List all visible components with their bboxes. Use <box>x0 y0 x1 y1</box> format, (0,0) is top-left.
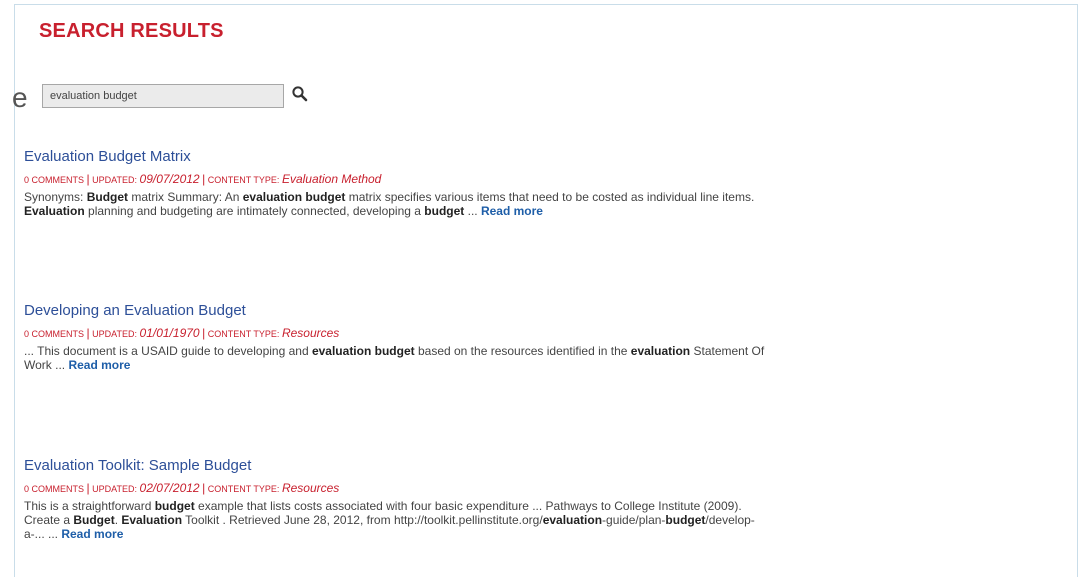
result-snippet: Synonyms: Budget matrix Summary: An eval… <box>24 190 1069 218</box>
clipped-edge-text: e <box>12 82 28 113</box>
result-item: Developing an Evaluation Budget 0 COMMEN… <box>24 301 1069 372</box>
result-item: Evaluation Toolkit: Sample Budget 0 COMM… <box>24 456 1069 541</box>
keyword-highlight: budget <box>424 204 465 218</box>
keyword-highlight: Budget <box>73 513 115 527</box>
updated-date: 09/07/2012 <box>139 172 200 186</box>
content-type-label: CONTENT TYPE: <box>207 484 280 494</box>
updated-date: 01/01/1970 <box>139 326 200 340</box>
meta-separator: | <box>86 172 90 186</box>
result-item: Evaluation Budget Matrix 0 COMMENTS | UP… <box>24 147 1069 218</box>
read-more-link[interactable]: Read more <box>68 358 130 372</box>
meta-separator: | <box>202 326 206 340</box>
keyword-highlight: evaluation budget <box>311 344 415 358</box>
result-snippet: ... This document is a USAID guide to de… <box>24 344 1069 372</box>
page-title: SEARCH RESULTS <box>39 20 224 42</box>
comments-count: 0 COMMENTS <box>24 175 85 185</box>
read-more-link[interactable]: Read more <box>481 204 543 218</box>
content-type-label: CONTENT TYPE: <box>207 329 280 339</box>
result-title-link[interactable]: Evaluation Toolkit: Sample Budget <box>24 456 1069 475</box>
result-meta: 0 COMMENTS | UPDATED: 01/01/1970 | CONTE… <box>24 326 1069 341</box>
result-meta: 0 COMMENTS | UPDATED: 09/07/2012 | CONTE… <box>24 172 1069 187</box>
keyword-highlight: evaluation <box>630 344 691 358</box>
comments-count: 0 COMMENTS <box>24 329 85 339</box>
snippet-text: This is a straightforward budget example… <box>24 499 755 541</box>
meta-separator: | <box>86 481 90 495</box>
result-title-link[interactable]: Developing an Evaluation Budget <box>24 301 1069 320</box>
keyword-highlight: Evaluation <box>24 204 85 218</box>
content-type-value: Resources <box>281 481 340 495</box>
keyword-highlight: evaluation budget <box>242 190 346 204</box>
updated-date: 02/07/2012 <box>139 481 200 495</box>
keyword-highlight: Evaluation <box>121 513 183 527</box>
search-button[interactable] <box>290 84 310 106</box>
keyword-highlight: budget <box>154 499 195 513</box>
updated-label: UPDATED: <box>92 175 138 185</box>
content-type-value: Resources <box>281 326 340 340</box>
snippet-text: Synonyms: Budget matrix Summary: An eval… <box>24 190 755 218</box>
updated-label: UPDATED: <box>92 329 138 339</box>
keyword-highlight: budget <box>665 513 706 527</box>
comments-count: 0 COMMENTS <box>24 484 85 494</box>
search-input[interactable] <box>42 84 284 108</box>
snippet-text: ... This document is a USAID guide to de… <box>24 344 765 372</box>
read-more-link[interactable]: Read more <box>61 527 123 541</box>
keyword-highlight: evaluation <box>542 513 603 527</box>
result-title-link[interactable]: Evaluation Budget Matrix <box>24 147 1069 166</box>
keyword-highlight: Budget <box>86 190 129 204</box>
meta-separator: | <box>202 172 206 186</box>
meta-separator: | <box>202 481 206 495</box>
search-icon <box>292 85 308 101</box>
content-type-value: Evaluation Method <box>281 172 382 186</box>
result-meta: 0 COMMENTS | UPDATED: 02/07/2012 | CONTE… <box>24 481 1069 496</box>
content-type-label: CONTENT TYPE: <box>207 175 280 185</box>
search-form <box>42 84 308 108</box>
meta-separator: | <box>86 326 90 340</box>
result-snippet: This is a straightforward budget example… <box>24 499 1069 541</box>
updated-label: UPDATED: <box>92 484 138 494</box>
